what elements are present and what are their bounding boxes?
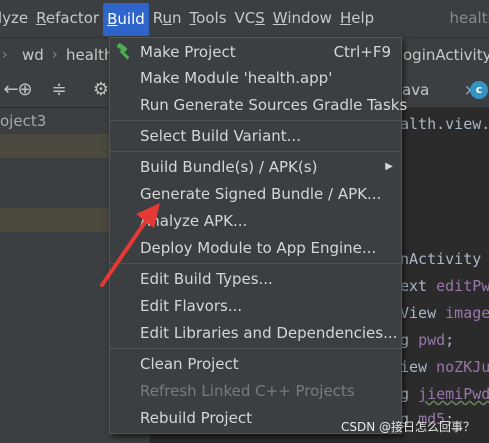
code-line: g pwd; [400, 331, 455, 349]
menu-item-deploy-module[interactable]: Deploy Module to App Engine... [110, 235, 401, 261]
menu-item-label: Edit Libraries and Dependencies... [140, 324, 398, 342]
watermark: CSDN @接日怎么回事？ [340, 420, 475, 434]
menu-bar: lyze Refactor Build Run Tools VCS Window… [0, 0, 489, 37]
menu-item-build-bundles-apks[interactable]: Build Bundle(s) / APK(s) ▶ [110, 154, 401, 180]
menu-item-clean-project[interactable]: Clean Project [110, 351, 401, 377]
hammer-icon [116, 43, 130, 60]
breadcrumb-health[interactable]: health [66, 38, 113, 73]
code-line: iew noZKJu [400, 358, 489, 376]
menu-build[interactable]: Build [103, 3, 149, 36]
project-name[interactable]: oject3 [0, 112, 46, 130]
menu-window[interactable]: Window [269, 0, 336, 37]
menu-run[interactable]: Run [149, 0, 186, 37]
menu-item-refresh-linked-cpp: Refresh Linked C++ Projects [110, 378, 401, 404]
menu-separator [110, 263, 401, 264]
menu-item-label: Analyze APK... [140, 212, 248, 230]
menu-item-make-module[interactable]: Make Module 'health.app' [110, 65, 401, 91]
menu-item-label: Select Build Variant... [140, 127, 301, 145]
chevron-right-icon: › [52, 47, 58, 63]
menu-item-shortcut: Ctrl+F9 [333, 43, 391, 61]
menu-item-label: Edit Flavors... [140, 297, 243, 315]
code-line: ext editPw [400, 277, 489, 295]
menu-item-label: Make Project [140, 43, 236, 61]
breadcrumb-login-activity[interactable]: oginActivity [403, 38, 489, 73]
menu-item-label: Clean Project [140, 355, 239, 373]
menu-vcs[interactable]: VCS [231, 0, 269, 37]
menu-separator [110, 151, 401, 152]
menu-item-label: Rebuild Project [140, 409, 252, 427]
code-line: nActivity [400, 250, 482, 268]
menu-item-label: Refresh Linked C++ Projects [140, 382, 355, 400]
menu-item-label: Run Generate Sources Gradle Tasks [140, 96, 408, 114]
menu-item-select-build-variant[interactable]: Select Build Variant... [110, 123, 401, 149]
locate-icon[interactable]: ⊕ [14, 79, 36, 101]
menu-item-edit-libraries[interactable]: Edit Libraries and Dependencies... [110, 320, 401, 346]
menu-item-edit-build-types[interactable]: Edit Build Types... [110, 266, 401, 292]
class-file-icon[interactable]: c [470, 81, 488, 99]
menu-item-generate-signed-bundle[interactable]: Generate Signed Bundle / APK... [110, 181, 401, 207]
menu-analyze[interactable]: lyze [0, 0, 32, 37]
collapse-all-icon[interactable]: ≑ [48, 79, 70, 101]
code-line: g jiemiPwd [400, 385, 489, 403]
menu-item-run-generate-sources[interactable]: Run Generate Sources Gradle Tasks [110, 92, 407, 118]
menu-item-edit-flavors[interactable]: Edit Flavors... [110, 293, 401, 319]
menu-item-analyze-apk[interactable]: Analyze APK... [110, 208, 401, 234]
menu-tools[interactable]: Tools [186, 0, 231, 37]
menu-item-label: Build Bundle(s) / APK(s) [140, 158, 318, 176]
chevron-right-icon: › [2, 47, 8, 63]
menu-help[interactable]: Help [336, 0, 378, 37]
code-line: alth.view. [400, 115, 489, 133]
breadcrumb-wd[interactable]: wd [22, 38, 44, 73]
menu-item-label: Edit Build Types... [140, 270, 273, 288]
menu-item-label: Make Module 'health.app' [140, 69, 333, 87]
code-line: View image [400, 304, 489, 322]
submenu-arrow-icon: ▶ [385, 161, 393, 172]
build-menu-dropdown: Make Project Ctrl+F9 Make Module 'health… [109, 37, 407, 434]
menu-item-label: Generate Signed Bundle / APK... [140, 185, 382, 203]
menu-separator [110, 120, 401, 121]
menu-separator [110, 348, 401, 349]
menu-item-label: Deploy Module to App Engine... [140, 239, 377, 257]
menu-item-make-project[interactable]: Make Project Ctrl+F9 [110, 39, 401, 65]
menu-refactor[interactable]: Refactor [32, 0, 103, 37]
window-title: health [449, 9, 489, 27]
